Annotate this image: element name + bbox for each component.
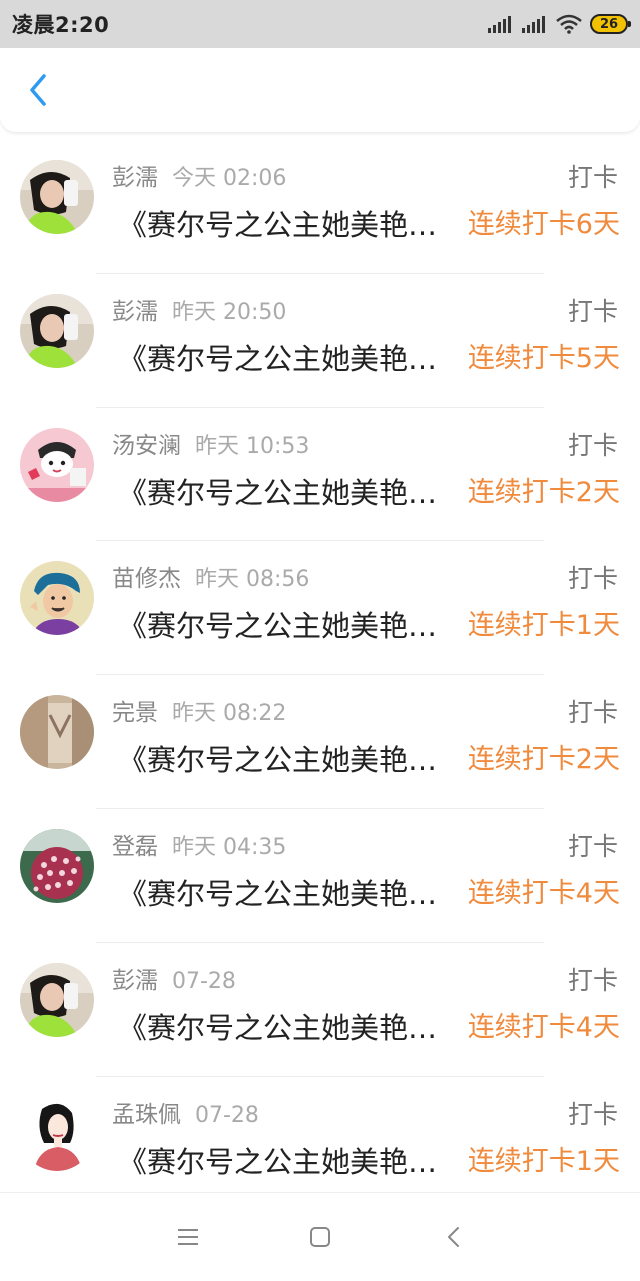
book-title: 《赛尔号之公主她美艳无双》 <box>118 609 454 644</box>
book-title: 《赛尔号之公主她美艳无双》 <box>118 1144 454 1179</box>
streak-label: 连续打卡1天 <box>467 610 620 642</box>
checkin-tag: 打卡 <box>567 564 618 594</box>
user-name: 苗修杰 昨天 08:56 <box>112 559 309 593</box>
back-triangle-icon <box>448 1227 459 1247</box>
home-square-icon <box>310 1227 330 1247</box>
battery-icon: 26 <box>590 14 631 34</box>
user-name: 汤安澜 昨天 10:53 <box>112 426 309 460</box>
post-time: 今天 02:06 <box>172 166 287 191</box>
status-icons: 26 <box>488 14 631 34</box>
system-back-button[interactable] <box>438 1221 470 1253</box>
book-title: 《赛尔号之公主她美艳无双》 <box>118 743 454 778</box>
streak-label: 连续打卡6天 <box>467 209 620 240</box>
avatar-flower-icon <box>20 828 94 903</box>
avatar[interactable] <box>20 293 94 368</box>
avatar[interactable] <box>20 1096 94 1171</box>
book-title: 《赛尔号之公主她美艳无双》 <box>118 341 454 376</box>
app-header <box>0 48 640 132</box>
back-button[interactable] <box>18 70 58 110</box>
menu-icon <box>178 1229 198 1245</box>
streak-label: 连续打卡1天 <box>467 1145 620 1177</box>
list-item[interactable]: 苗修杰昨天 08:56 打卡 《赛尔号之公主她美艳无双》 连续打卡1天 <box>0 541 640 676</box>
user-name: 彭濡 今天 02:06 <box>112 158 286 192</box>
status-bar: 凌晨2:20 26 <box>0 0 640 48</box>
signal-icon-2 <box>522 16 545 33</box>
wifi-icon <box>556 14 582 34</box>
checkin-list: 彭濡今天 02:06 打卡 《赛尔号之公主她美艳无双》 连续打卡6天 彭濡昨天 … <box>0 140 640 1210</box>
book-title: 《赛尔号之公主她美艳无双》 <box>118 208 454 242</box>
post-time: 昨天 04:35 <box>172 834 287 860</box>
chevron-left-icon <box>30 74 46 106</box>
avatar-girl-green-icon <box>20 962 94 1037</box>
signal-icon <box>488 16 511 33</box>
streak-label: 连续打卡2天 <box>467 744 620 776</box>
checkin-tag: 打卡 <box>567 1099 618 1129</box>
checkin-tag: 打卡 <box>567 430 618 460</box>
post-time: 昨天 20:50 <box>172 299 287 325</box>
streak-label: 连续打卡4天 <box>467 1011 620 1043</box>
avatar[interactable] <box>20 427 94 502</box>
checkin-tag: 打卡 <box>567 698 618 728</box>
avatar-sketch-woman-icon <box>20 1096 94 1171</box>
user-name-text: 完景 <box>112 700 158 727</box>
list-item[interactable]: 汤安澜昨天 10:53 打卡 《赛尔号之公主她美艳无双》 连续打卡2天 <box>0 408 640 542</box>
avatar-girl-green-icon <box>20 160 94 234</box>
user-name: 登磊 昨天 04:35 <box>112 827 286 861</box>
checkin-tag: 打卡 <box>567 163 618 192</box>
user-name-text: 彭濡 <box>112 298 158 325</box>
avatar[interactable] <box>20 828 94 903</box>
avatar[interactable] <box>20 962 94 1037</box>
avatar-cartoon-pink-icon <box>20 427 94 502</box>
avatar[interactable] <box>20 160 94 234</box>
list-item[interactable]: 孟珠佩 07-28 打卡 《赛尔号之公主她美艳无双》 连续打卡1天 <box>0 1077 640 1211</box>
user-name: 彭濡 07-28 <box>112 961 236 995</box>
avatar-cartoon-man-icon <box>20 561 94 636</box>
avatar[interactable] <box>20 695 94 770</box>
menu-button[interactable] <box>172 1221 204 1253</box>
list-item[interactable]: 完景昨天 08:22 打卡 《赛尔号之公主她美艳无双》 连续打卡2天 <box>0 675 640 809</box>
status-time: 凌晨2:20 <box>12 13 110 37</box>
user-name: 孟珠佩 07-28 <box>112 1095 259 1129</box>
book-title: 《赛尔号之公主她美艳无双》 <box>118 475 454 510</box>
user-name-text: 苗修杰 <box>112 566 181 593</box>
avatar-photo-beige-icon <box>20 695 94 770</box>
post-time: 07-28 <box>195 1102 259 1128</box>
post-time: 07-28 <box>172 968 236 994</box>
system-nav-bar <box>0 1192 640 1281</box>
user-name-text: 彭濡 <box>112 165 158 191</box>
checkin-tag: 打卡 <box>567 965 618 995</box>
post-time: 昨天 10:53 <box>195 433 310 459</box>
user-name-text: 孟珠佩 <box>112 1101 181 1128</box>
checkin-tag: 打卡 <box>567 831 618 861</box>
list-item[interactable]: 彭濡今天 02:06 打卡 《赛尔号之公主她美艳无双》 连续打卡6天 <box>0 140 640 274</box>
post-time: 昨天 08:56 <box>195 567 310 593</box>
list-item[interactable]: 彭濡 07-28 打卡 《赛尔号之公主她美艳无双》 连续打卡4天 <box>0 943 640 1077</box>
book-title: 《赛尔号之公主她美艳无双》 <box>118 876 454 911</box>
user-name-text: 彭濡 <box>112 967 158 994</box>
user-name: 完景 昨天 08:22 <box>112 693 286 727</box>
home-button[interactable] <box>304 1221 336 1253</box>
user-name-text: 登磊 <box>112 833 158 860</box>
post-time: 昨天 08:22 <box>172 701 287 727</box>
streak-label: 连续打卡4天 <box>467 877 620 909</box>
checkin-tag: 打卡 <box>567 296 618 326</box>
streak-label: 连续打卡2天 <box>467 476 620 508</box>
book-title: 《赛尔号之公主她美艳无双》 <box>118 1010 454 1045</box>
list-item[interactable]: 彭濡昨天 20:50 打卡 《赛尔号之公主她美艳无双》 连续打卡5天 <box>0 274 640 408</box>
avatar[interactable] <box>20 561 94 636</box>
avatar-girl-green-icon <box>20 293 94 368</box>
user-name: 彭濡 昨天 20:50 <box>112 292 286 326</box>
streak-label: 连续打卡5天 <box>467 342 620 374</box>
list-item[interactable]: 登磊昨天 04:35 打卡 《赛尔号之公主她美艳无双》 连续打卡4天 <box>0 809 640 943</box>
user-name-text: 汤安澜 <box>112 432 181 459</box>
